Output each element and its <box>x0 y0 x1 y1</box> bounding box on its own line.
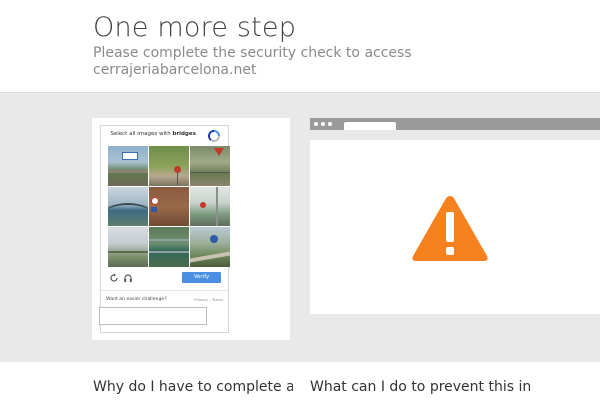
captcha-tile[interactable] <box>108 146 148 186</box>
page-title: One more step <box>93 12 297 43</box>
captcha-tile[interactable] <box>149 186 189 226</box>
captcha-tile[interactable] <box>190 227 230 267</box>
browser-viewport <box>310 140 600 314</box>
divider <box>101 290 228 291</box>
captcha-prompt-keyword: bridges <box>172 131 196 137</box>
headphones-icon[interactable] <box>123 273 133 283</box>
captcha-tile[interactable] <box>149 146 189 186</box>
browser-tab <box>344 122 396 130</box>
captcha-tile[interactable] <box>108 227 148 267</box>
page-subtitle: Please complete the security check to ac… <box>93 45 412 78</box>
recaptcha-logo <box>208 130 220 142</box>
captcha-response-field[interactable] <box>99 307 207 325</box>
privacy-link[interactable]: Privacy <box>194 297 208 302</box>
reload-icon[interactable] <box>109 273 119 283</box>
window-dot <box>328 122 332 126</box>
browser-illustration <box>310 118 600 314</box>
warning-icon <box>412 196 488 261</box>
captcha-prompt: Select all images with bridges. <box>101 131 207 137</box>
captcha-prompt-text: Select all images with <box>110 131 173 137</box>
captcha-tile[interactable] <box>108 186 148 226</box>
window-dot <box>321 122 325 126</box>
faq-question-prevent: What can I do to prevent this in the fut… <box>310 379 530 395</box>
faq-question-why: Why do I have to complete a CAPTCHA? <box>93 379 293 395</box>
captcha-tile[interactable] <box>149 227 189 267</box>
captcha-tile[interactable] <box>190 186 230 226</box>
captcha-image-grid <box>108 146 230 267</box>
captcha-widget: Select all images with bridges. Verify W… <box>99 125 230 333</box>
header: One more step Please complete the securi… <box>0 0 600 92</box>
browser-toolbar <box>310 118 600 130</box>
captcha-tile[interactable] <box>190 146 230 186</box>
privacy-terms: Privacy - Terms <box>194 297 223 302</box>
captcha-prompt-suffix: . <box>195 131 198 137</box>
easier-challenge-link[interactable]: Want an easier challenge? <box>106 297 167 302</box>
verify-button[interactable]: Verify <box>182 272 221 283</box>
terms-link[interactable]: Terms <box>212 297 223 302</box>
window-dot <box>314 122 318 126</box>
